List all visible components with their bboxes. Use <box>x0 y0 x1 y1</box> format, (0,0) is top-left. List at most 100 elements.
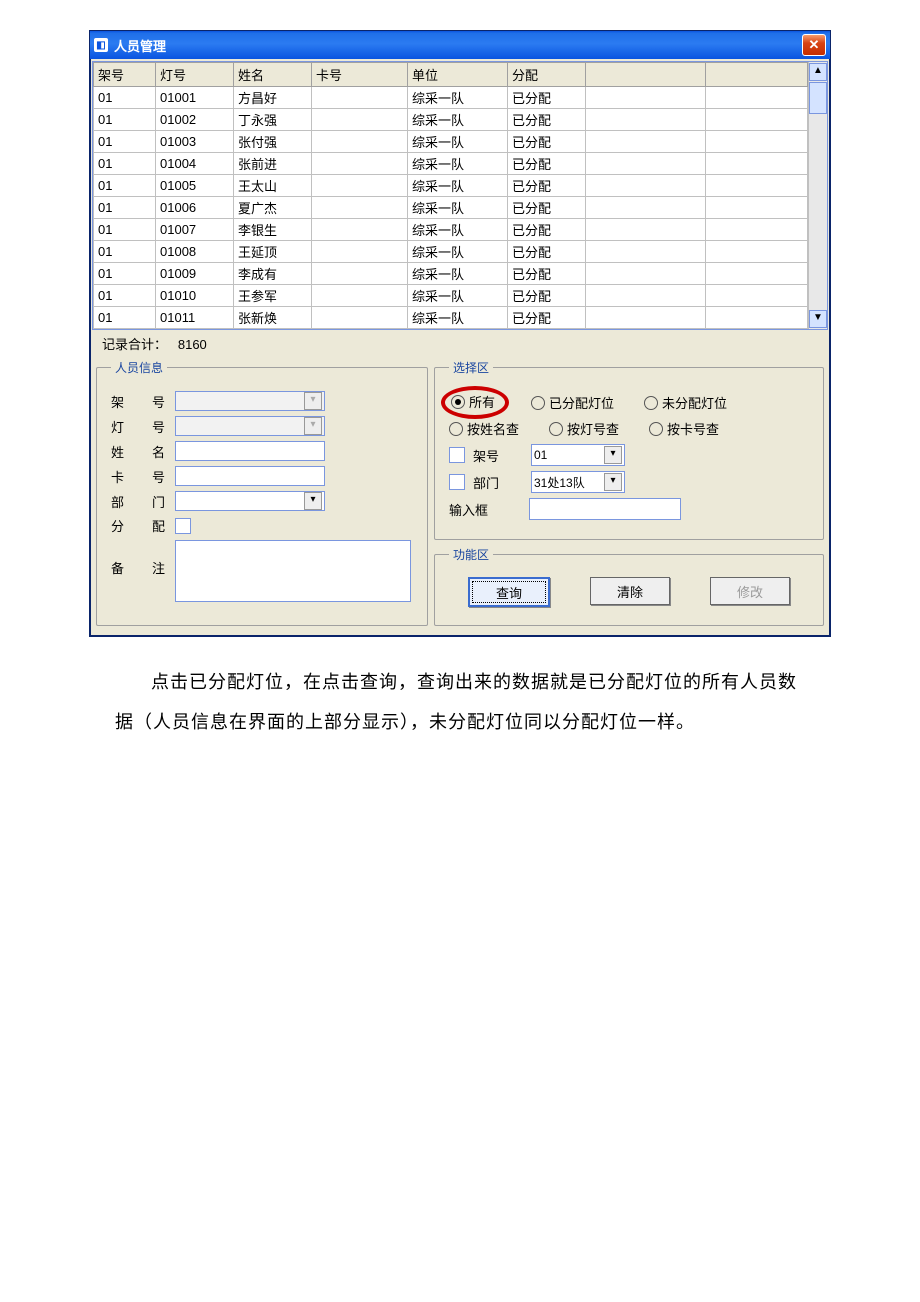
radio-icon <box>449 422 463 436</box>
table-cell: 综采一队 <box>408 109 508 131</box>
dept-checkbox[interactable] <box>449 474 465 490</box>
table-row[interactable]: 0101010王参军综采一队已分配 <box>94 285 808 307</box>
rack-select-value: 01 <box>534 448 547 462</box>
name-input[interactable] <box>175 441 325 461</box>
rack-combo[interactable]: ▾ <box>175 391 325 411</box>
table-cell: 01 <box>94 263 156 285</box>
rack-checkbox[interactable] <box>449 447 465 463</box>
table-row[interactable]: 0101005王太山综采一队已分配 <box>94 175 808 197</box>
rack-label: 架 号 <box>111 392 167 411</box>
table-cell <box>586 109 706 131</box>
client-area: 架号灯号姓名卡号单位分配 0101001方昌好综采一队已分配0101002丁永强… <box>90 59 830 636</box>
dept-combo[interactable]: ▾ <box>175 491 325 511</box>
chevron-down-icon: ▾ <box>604 473 622 491</box>
function-area-legend: 功能区 <box>449 546 493 563</box>
table-cell <box>706 241 808 263</box>
modify-button[interactable]: 修改 <box>710 577 790 605</box>
table-cell <box>706 153 808 175</box>
radio-all[interactable]: 所有 <box>451 392 495 411</box>
table-cell <box>586 87 706 109</box>
column-header[interactable] <box>586 63 706 87</box>
table-cell: 01011 <box>156 307 234 329</box>
table-cell <box>586 241 706 263</box>
column-header[interactable] <box>706 63 808 87</box>
table-cell <box>706 307 808 329</box>
data-grid[interactable]: 架号灯号姓名卡号单位分配 0101001方昌好综采一队已分配0101002丁永强… <box>92 61 828 330</box>
scroll-up-icon[interactable]: ▲ <box>809 63 827 81</box>
table-row[interactable]: 0101011张新焕综采一队已分配 <box>94 307 808 329</box>
table-row[interactable]: 0101008王延顶综采一队已分配 <box>94 241 808 263</box>
alloc-checkbox[interactable] <box>175 518 191 534</box>
column-header[interactable]: 单位 <box>408 63 508 87</box>
column-header[interactable]: 灯号 <box>156 63 234 87</box>
table-row[interactable]: 0101004张前进综采一队已分配 <box>94 153 808 175</box>
close-icon[interactable]: ✕ <box>802 34 826 56</box>
table-cell: 已分配 <box>508 131 586 153</box>
table-cell <box>312 87 408 109</box>
radio-unassigned[interactable]: 未分配灯位 <box>644 393 727 412</box>
column-header[interactable]: 分配 <box>508 63 586 87</box>
table-cell <box>706 175 808 197</box>
table-cell: 综采一队 <box>408 241 508 263</box>
table-cell: 张前进 <box>234 153 312 175</box>
memo-textarea[interactable] <box>175 540 411 602</box>
column-header[interactable]: 卡号 <box>312 63 408 87</box>
table-cell: 已分配 <box>508 219 586 241</box>
table-cell: 已分配 <box>508 153 586 175</box>
scrollbar[interactable]: ▲ ▼ <box>808 62 827 329</box>
radio-icon <box>549 422 563 436</box>
table-cell <box>586 175 706 197</box>
table-cell: 已分配 <box>508 87 586 109</box>
column-header[interactable]: 架号 <box>94 63 156 87</box>
table-row[interactable]: 0101009李成有综采一队已分配 <box>94 263 808 285</box>
table-cell <box>706 197 808 219</box>
table-cell: 01004 <box>156 153 234 175</box>
table-cell <box>586 131 706 153</box>
table-cell <box>706 285 808 307</box>
table-cell: 01 <box>94 109 156 131</box>
alloc-label: 分 配 <box>111 516 167 535</box>
person-info-legend: 人员信息 <box>111 359 167 376</box>
select-area-group: 选择区 所有 已分配灯位 <box>434 359 824 540</box>
radio-byname[interactable]: 按姓名查 <box>449 419 519 438</box>
radio-bycard[interactable]: 按卡号查 <box>649 419 719 438</box>
table-cell <box>706 263 808 285</box>
lamp-label: 灯 号 <box>111 417 167 436</box>
lamp-combo[interactable]: ▾ <box>175 416 325 436</box>
radio-bylamp[interactable]: 按灯号查 <box>549 419 619 438</box>
table-cell: 已分配 <box>508 241 586 263</box>
radio-all-label: 所有 <box>469 392 495 411</box>
table-cell: 01007 <box>156 219 234 241</box>
person-info-group: 人员信息 架 号 ▾ 灯 号 ▾ 姓 名 卡 号 <box>96 359 428 626</box>
highlight-circle-icon: 所有 <box>441 386 509 419</box>
column-header[interactable]: 姓名 <box>234 63 312 87</box>
table-row[interactable]: 0101006夏广杰综采一队已分配 <box>94 197 808 219</box>
table-row[interactable]: 0101003张付强综采一队已分配 <box>94 131 808 153</box>
titlebar[interactable]: ◧ 人员管理 ✕ <box>90 31 830 59</box>
dept-select[interactable]: 31处13队 ▾ <box>531 471 625 493</box>
record-total-label: 记录合计： <box>102 337 167 352</box>
table-row[interactable]: 0101007李银生综采一队已分配 <box>94 219 808 241</box>
query-input[interactable] <box>529 498 681 520</box>
dept-label: 部 门 <box>111 492 167 511</box>
table-cell: 丁永强 <box>234 109 312 131</box>
table-cell: 01009 <box>156 263 234 285</box>
query-button[interactable]: 查询 <box>468 577 550 607</box>
table-cell: 已分配 <box>508 307 586 329</box>
clear-button[interactable]: 清除 <box>590 577 670 605</box>
rack-select[interactable]: 01 ▾ <box>531 444 625 466</box>
table-cell: 综采一队 <box>408 197 508 219</box>
table-cell <box>706 131 808 153</box>
table-row[interactable]: 0101001方昌好综采一队已分配 <box>94 87 808 109</box>
card-label: 卡 号 <box>111 467 167 486</box>
table-cell: 已分配 <box>508 197 586 219</box>
table-row[interactable]: 0101002丁永强综采一队已分配 <box>94 109 808 131</box>
radio-assigned[interactable]: 已分配灯位 <box>531 393 614 412</box>
radio-icon <box>644 396 658 410</box>
scroll-thumb[interactable] <box>809 82 827 114</box>
radio-assigned-label: 已分配灯位 <box>549 393 614 412</box>
scroll-down-icon[interactable]: ▼ <box>809 310 827 328</box>
table-cell: 王太山 <box>234 175 312 197</box>
table-cell <box>312 175 408 197</box>
card-input[interactable] <box>175 466 325 486</box>
